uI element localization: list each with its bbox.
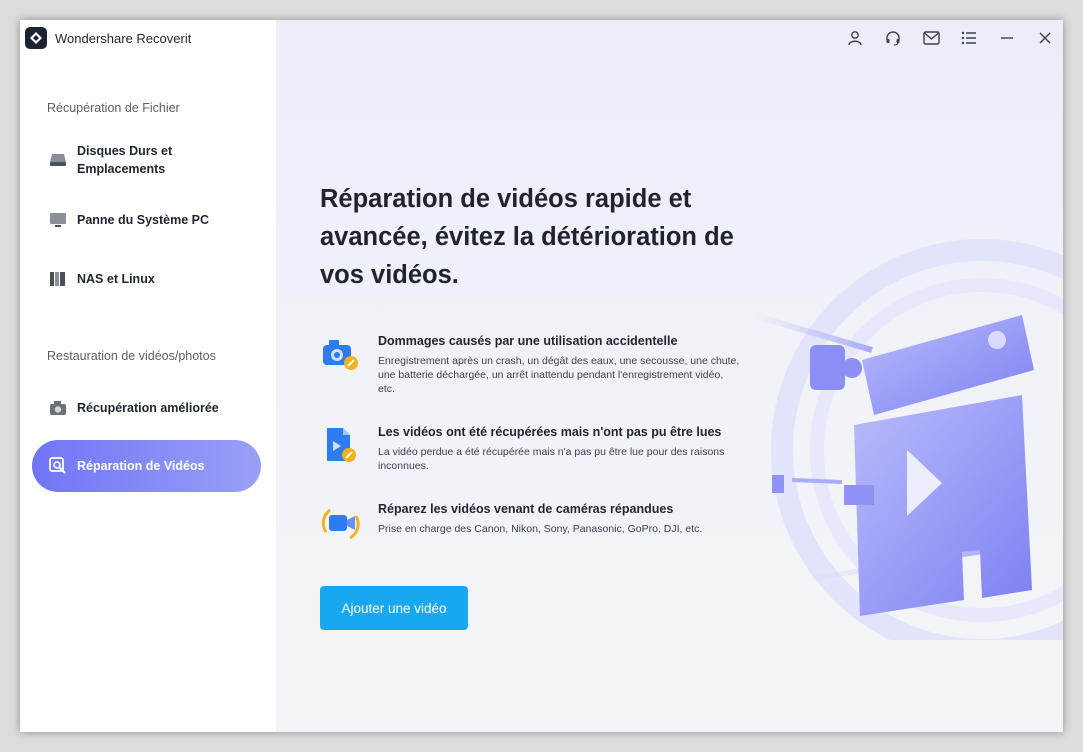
camera-icon [49, 399, 67, 417]
video-camera-icon [320, 502, 362, 544]
video-repair-illustration [732, 220, 1063, 661]
feature-popular-cameras: Réparez les vidéos venant de caméras rép… [320, 502, 740, 544]
section-title-video-photo: Restauration de vidéos/photos [47, 349, 216, 363]
app-brand: Wondershare Recoverit [25, 26, 191, 50]
sidebar-item-label: Récupération améliorée [77, 401, 219, 415]
user-icon[interactable] [845, 28, 865, 48]
feature-title: Réparez les vidéos venant de caméras rép… [378, 502, 674, 516]
recoverit-logo-icon [25, 27, 47, 49]
damaged-camera-icon [320, 334, 362, 376]
video-repair-icon [49, 457, 67, 475]
app-title: Wondershare Recoverit [55, 30, 192, 46]
corrupt-file-icon [320, 425, 362, 467]
sidebar-item-video-repair[interactable]: Réparation de Vidéos [32, 440, 261, 492]
close-icon[interactable] [1035, 28, 1055, 48]
sidebar-item-label: NAS et Linux [77, 272, 155, 286]
minimize-icon[interactable] [997, 28, 1017, 48]
hard-drive-icon [49, 151, 67, 169]
titlebar-controls [845, 28, 1055, 48]
sidebar-item-label: Réparation de Vidéos [77, 459, 205, 473]
feature-unplayable-videos: Les vidéos ont été récupérées mais n'ont… [320, 425, 740, 473]
feature-text: Prise en charge des Canon, Nikon, Sony, … [378, 523, 703, 535]
mail-icon[interactable] [921, 28, 941, 48]
feature-text: Enregistrement après un crash, un dégât … [378, 355, 740, 395]
sidebar-item-nas-linux[interactable]: NAS et Linux [32, 269, 261, 289]
feature-title: Les vidéos ont été récupérées mais n'ont… [378, 425, 722, 439]
sidebar-item-label: Panne du Système PC [77, 213, 209, 227]
sidebar-item-label: Disques Durs et Emplacements [77, 144, 173, 176]
sidebar-item-enhanced-recovery[interactable]: Récupération améliorée [32, 398, 261, 418]
sidebar: Wondershare Recoverit Récupération de Fi… [20, 20, 276, 732]
app-window: Wondershare Recoverit Récupération de Fi… [20, 20, 1063, 732]
sidebar-item-pc-crash[interactable]: Panne du Système PC [32, 210, 261, 230]
add-video-button[interactable]: Ajouter une vidéo [320, 586, 468, 630]
page-headline: Réparation de vidéos rapide et avancée, … [320, 185, 734, 289]
menu-icon[interactable] [959, 28, 979, 48]
nas-icon [49, 270, 67, 288]
feature-accidental-damage: Dommages causés par une utilisation acci… [320, 334, 740, 396]
headset-icon[interactable] [883, 28, 903, 48]
feature-title: Dommages causés par une utilisation acci… [378, 334, 678, 348]
sidebar-item-hard-drives[interactable]: Disques Durs et Emplacements [32, 142, 261, 178]
feature-text: La vidéo perdue a été récupérée mais n'a… [378, 446, 725, 472]
main-panel: Réparation de vidéos rapide et avancée, … [276, 20, 1063, 732]
monitor-icon [49, 211, 67, 229]
section-title-file-recovery: Récupération de Fichier [47, 101, 180, 115]
